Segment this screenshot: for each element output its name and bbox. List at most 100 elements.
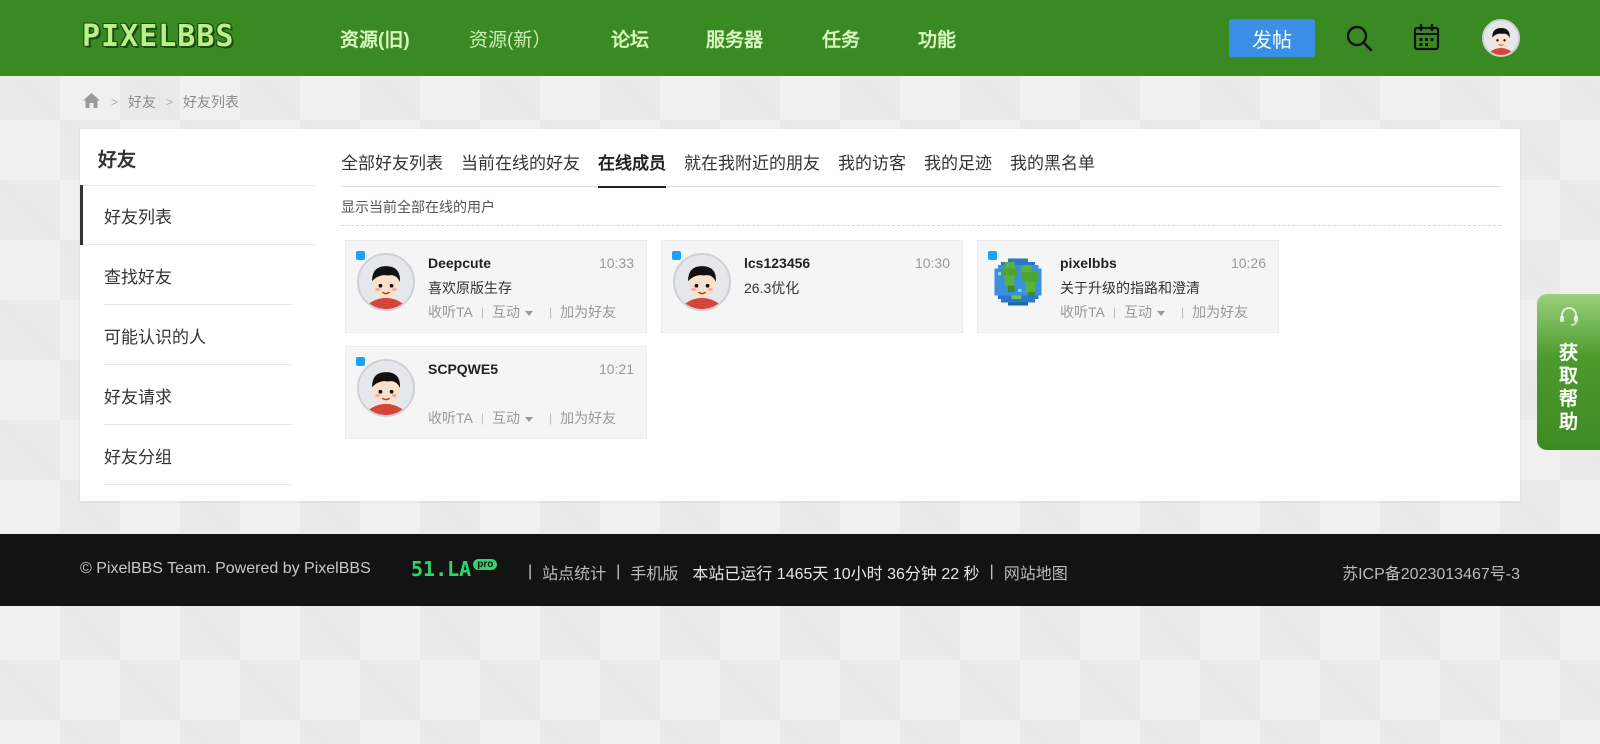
interact-dropdown[interactable]: 互动 bbox=[1124, 302, 1165, 322]
pixel-earth-avatar bbox=[994, 258, 1042, 306]
logo-text: PIXELBBS bbox=[82, 18, 235, 54]
add-friend-link[interactable]: 加为好友 bbox=[1192, 302, 1248, 322]
follow-link[interactable]: 收听TA bbox=[428, 408, 473, 428]
sidebar-item-friend-list[interactable]: 好友列表 bbox=[80, 185, 316, 245]
footer-site-stats[interactable]: 站点统计 bbox=[542, 560, 606, 584]
member-card: pixelbbs 10:26 关于升级的指路和澄清 收听TA | 互动 | 加为… bbox=[977, 240, 1279, 333]
avatar-image bbox=[1484, 21, 1518, 55]
get-help-button[interactable]: 获取帮助 bbox=[1537, 294, 1600, 450]
member-avatar[interactable] bbox=[989, 253, 1047, 311]
friend-tabs: 全部好友列表 当前在线的好友 在线成员 就在我附近的朋友 我的访客 我的足迹 我… bbox=[341, 151, 1501, 188]
action-divider: | bbox=[548, 305, 553, 319]
site-footer: © PixelBBS Team. Powered by PixelBBS 51.… bbox=[0, 534, 1600, 606]
action-divider: | bbox=[1180, 305, 1185, 319]
tab-online-members[interactable]: 在线成员 bbox=[589, 151, 675, 188]
cartoon-boy-avatar bbox=[359, 255, 413, 309]
cartoon-boy-avatar bbox=[359, 361, 413, 415]
footer-icp[interactable]: 苏ICP备2023013467号-3 bbox=[1342, 560, 1520, 584]
footer-divider: | bbox=[616, 563, 621, 580]
user-avatar[interactable] bbox=[1482, 19, 1520, 57]
caret-down-icon bbox=[1156, 310, 1165, 316]
headset-icon bbox=[1557, 304, 1581, 333]
sidebar-item-friend-groups[interactable]: 好友分组 bbox=[80, 425, 316, 485]
tab-description: 显示当前全部在线的用户 bbox=[341, 196, 1501, 226]
interact-label: 互动 bbox=[491, 304, 520, 320]
footer-sitemap[interactable]: 网站地图 bbox=[1004, 560, 1068, 584]
footer-mobile-version[interactable]: 手机版 bbox=[630, 560, 678, 584]
site-logo[interactable]: PIXELBBS bbox=[82, 18, 235, 54]
online-status-icon bbox=[672, 251, 681, 260]
member-time: 10:21 bbox=[598, 361, 634, 377]
member-time: 10:26 bbox=[1230, 255, 1266, 271]
interact-dropdown[interactable]: 互动 bbox=[492, 408, 533, 428]
search-icon[interactable] bbox=[1345, 24, 1373, 57]
member-avatar[interactable] bbox=[673, 253, 731, 311]
breadcrumb-friends[interactable]: 好友 bbox=[128, 92, 156, 112]
sidebar-item-find-friends[interactable]: 查找好友 bbox=[80, 245, 316, 305]
action-divider: | bbox=[480, 305, 484, 319]
51la-pro-tag: pro bbox=[473, 558, 498, 570]
member-time: 10:30 bbox=[914, 255, 950, 271]
footer-divider: | bbox=[989, 563, 994, 580]
tab-my-footprints[interactable]: 我的足迹 bbox=[915, 151, 1001, 187]
tab-my-visitors[interactable]: 我的访客 bbox=[829, 151, 915, 187]
member-actions: 收听TA | 互动 | 加为好友 bbox=[428, 302, 616, 322]
member-time: 10:33 bbox=[598, 255, 634, 271]
member-card: Deepcute 10:33 喜欢原版生存 收听TA | 互动 | 加为好友 bbox=[345, 240, 647, 333]
member-actions: 收听TA | 互动 | 加为好友 bbox=[428, 408, 616, 428]
help-tab-text: 获取帮助 bbox=[1537, 342, 1600, 434]
member-actions: 收听TA | 互动 | 加为好友 bbox=[1060, 302, 1248, 322]
cartoon-boy-avatar bbox=[675, 255, 729, 309]
breadcrumb-friend-list[interactable]: 好友列表 bbox=[183, 92, 239, 112]
follow-link[interactable]: 收听TA bbox=[1060, 302, 1105, 322]
action-divider: | bbox=[548, 411, 553, 425]
member-name[interactable]: lcs123456 bbox=[744, 255, 810, 271]
nav-features[interactable]: 功能 bbox=[918, 25, 956, 52]
footer-uptime: 本站已运行 1465天 10小时 36分钟 22 秒 bbox=[692, 566, 980, 583]
footer-divider: | bbox=[528, 563, 533, 580]
breadcrumb: > 好友 > 好友列表 bbox=[82, 90, 239, 114]
add-friend-link[interactable]: 加为好友 bbox=[560, 302, 616, 322]
nav-resources-new[interactable]: 资源(新） bbox=[469, 25, 551, 52]
tab-all-friends[interactable]: 全部好友列表 bbox=[341, 151, 452, 187]
member-card: lcs123456 10:30 26.3优化 bbox=[661, 240, 963, 333]
online-status-icon bbox=[356, 251, 365, 260]
help-tab-label: 获取帮助 bbox=[1558, 343, 1578, 433]
nav-resources-old[interactable]: 资源(旧) bbox=[340, 25, 410, 52]
tab-my-blacklist[interactable]: 我的黑名单 bbox=[1001, 151, 1104, 187]
top-header: PIXELBBS 资源(旧) 资源(新） 论坛 服务器 任务 功能 发帖 bbox=[0, 0, 1600, 76]
footer-copyright: © PixelBBS Team. Powered by PixelBBS bbox=[80, 560, 371, 577]
member-name[interactable]: Deepcute bbox=[428, 255, 491, 271]
nav-servers[interactable]: 服务器 bbox=[706, 25, 763, 52]
member-avatar[interactable] bbox=[357, 359, 415, 417]
nav-forum[interactable]: 论坛 bbox=[611, 25, 649, 52]
interact-label: 互动 bbox=[1123, 304, 1152, 320]
sidebar-title: 好友 bbox=[98, 150, 137, 171]
breadcrumb-separator: > bbox=[166, 95, 174, 109]
post-button[interactable]: 发帖 bbox=[1229, 19, 1315, 57]
caret-down-icon bbox=[524, 310, 533, 316]
nav-tasks[interactable]: 任务 bbox=[822, 25, 860, 52]
member-signature: 26.3优化 bbox=[744, 280, 800, 296]
sidebar-item-friend-requests[interactable]: 好友请求 bbox=[80, 365, 316, 425]
member-name[interactable]: SCPQWE5 bbox=[428, 361, 498, 377]
online-status-icon bbox=[356, 357, 365, 366]
online-status-icon bbox=[988, 251, 997, 260]
calendar-icon[interactable] bbox=[1413, 23, 1440, 56]
sidebar-menu: 好友列表 查找好友 可能认识的人 好友请求 好友分组 bbox=[80, 185, 316, 485]
home-icon[interactable] bbox=[82, 92, 101, 112]
main-card: 好友 好友列表 查找好友 可能认识的人 好友请求 好友分组 全部好友列表 当前在… bbox=[80, 129, 1520, 501]
tab-nearby-friends[interactable]: 就在我附近的朋友 bbox=[675, 151, 829, 187]
member-avatar[interactable] bbox=[357, 253, 415, 311]
interact-dropdown[interactable]: 互动 bbox=[492, 302, 533, 322]
member-name[interactable]: pixelbbs bbox=[1060, 255, 1117, 271]
sidebar-item-may-know[interactable]: 可能认识的人 bbox=[80, 305, 316, 365]
interact-label: 互动 bbox=[491, 410, 520, 426]
51la-logo-text: 51.LA bbox=[411, 557, 472, 581]
member-signature: 喜欢原版生存 bbox=[428, 280, 512, 296]
add-friend-link[interactable]: 加为好友 bbox=[560, 408, 616, 428]
51la-badge[interactable]: 51.LA pro bbox=[411, 557, 498, 581]
tab-online-friends[interactable]: 当前在线的好友 bbox=[452, 151, 589, 187]
follow-link[interactable]: 收听TA bbox=[428, 302, 473, 322]
action-divider: | bbox=[1112, 305, 1116, 319]
